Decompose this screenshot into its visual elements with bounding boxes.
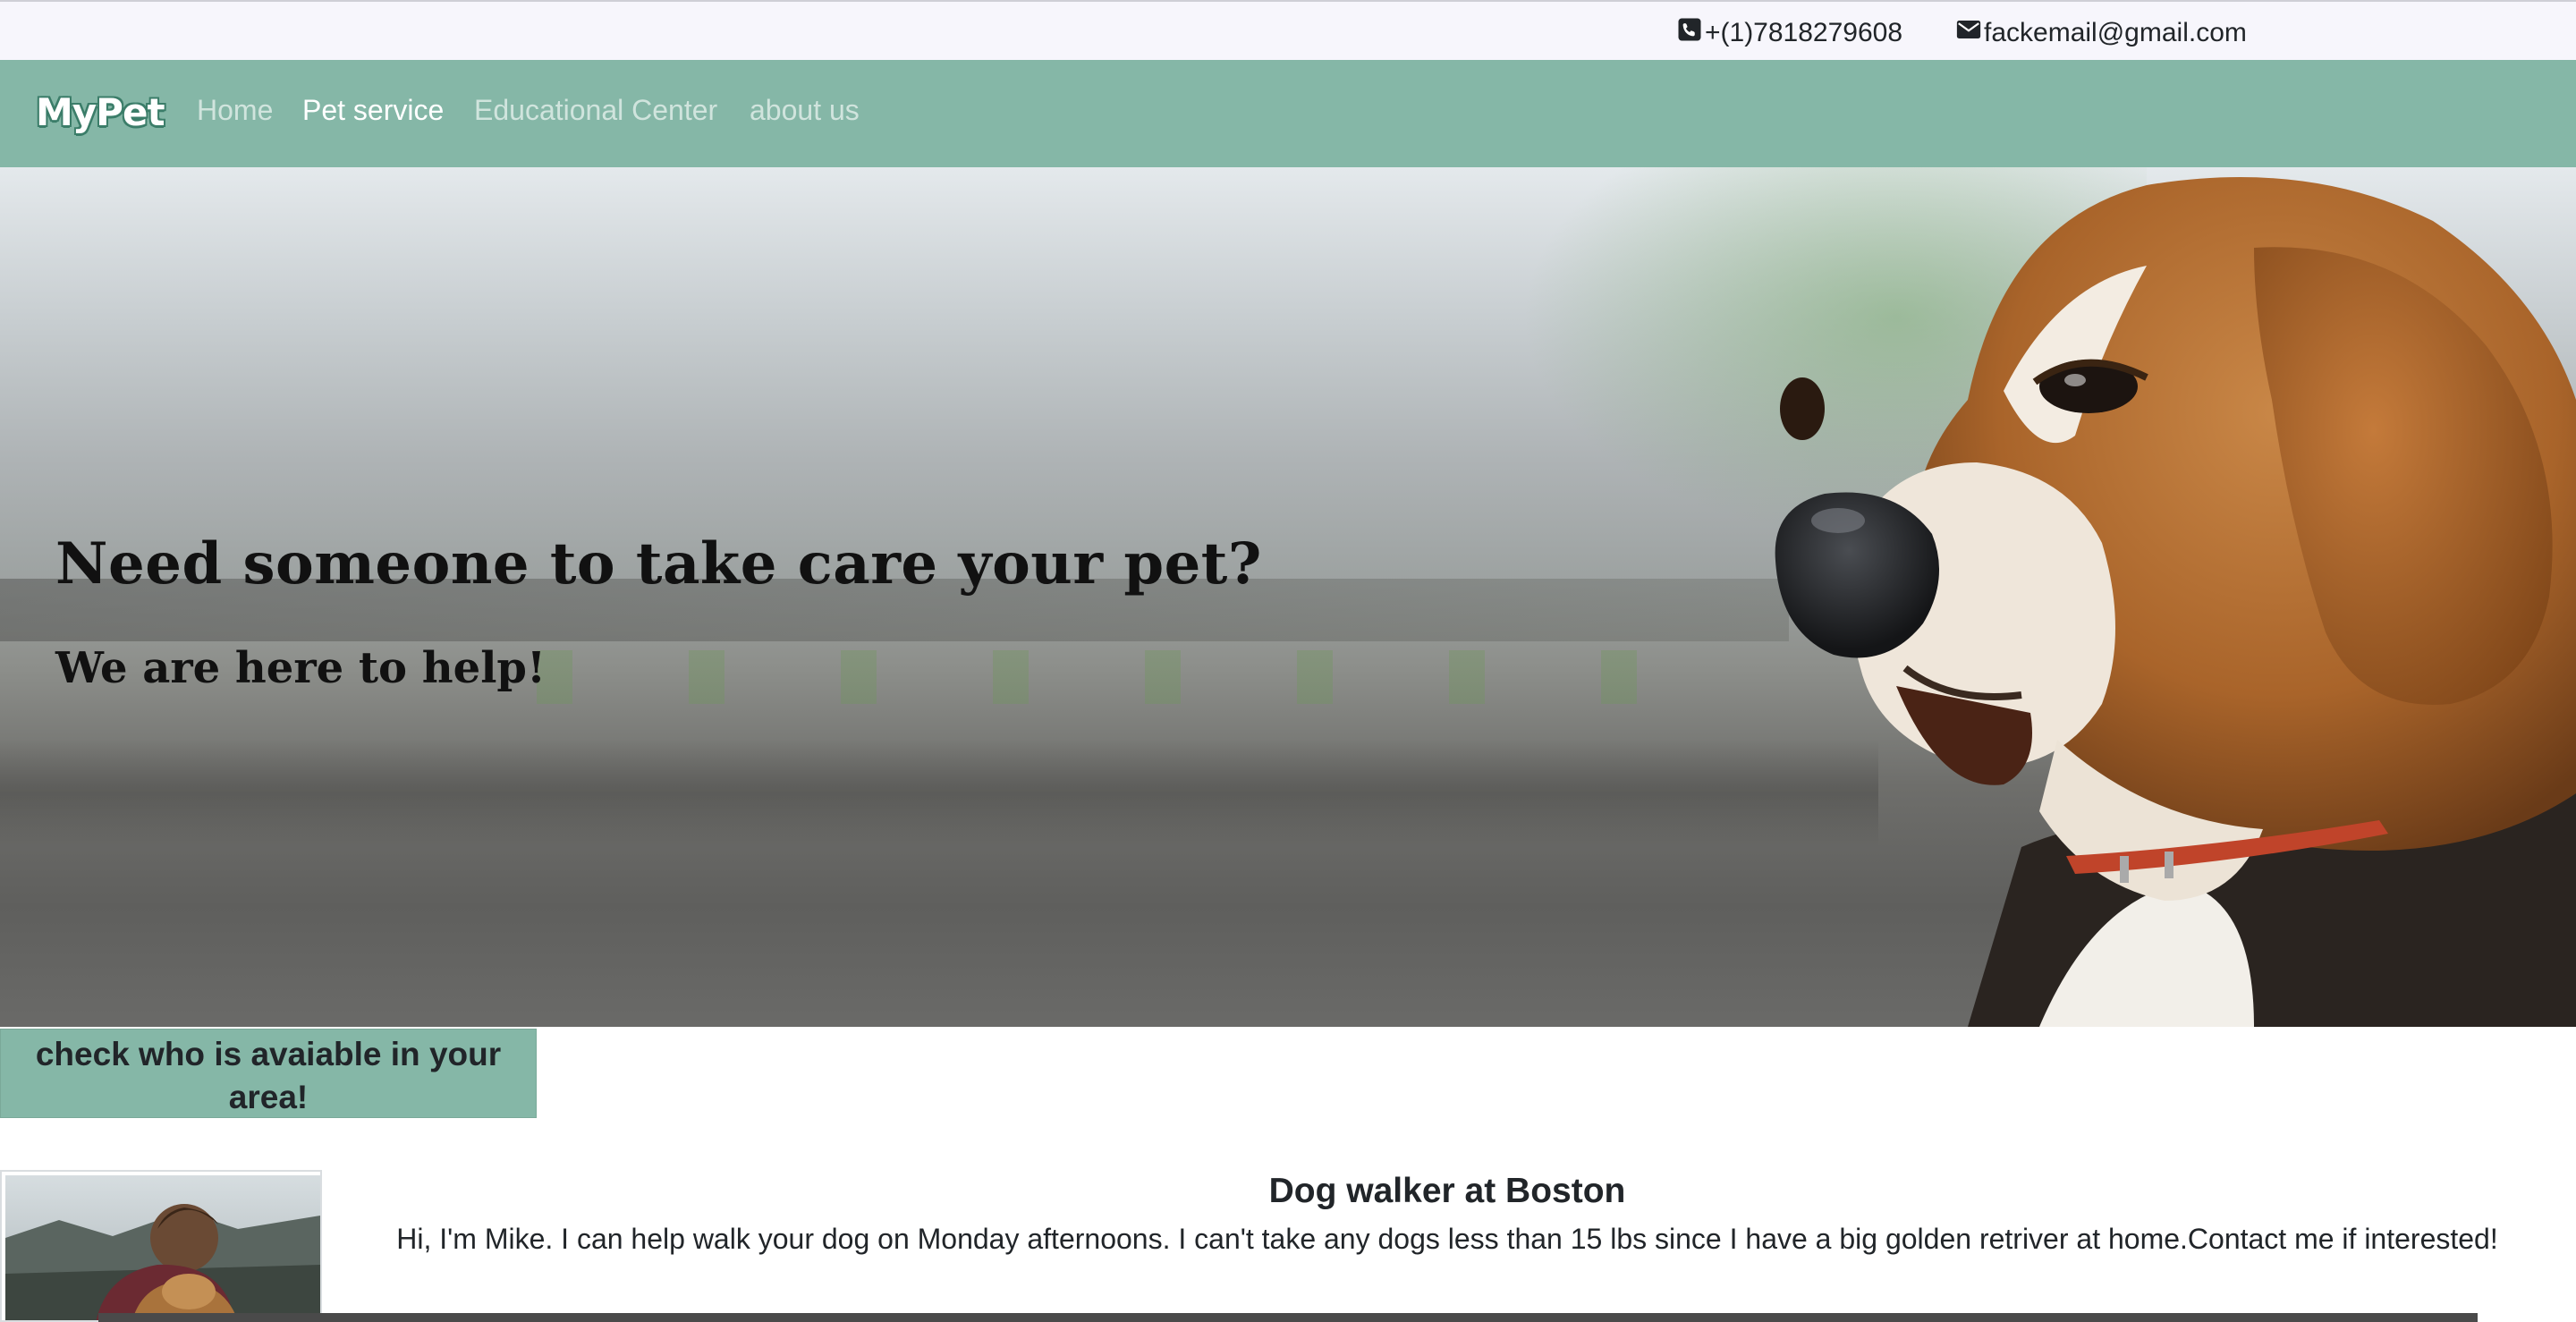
listing-title: Dog walker at Boston	[1268, 1172, 1626, 1210]
check-availability-button[interactable]: check who is avaiable in your area!	[0, 1029, 537, 1118]
listing-description: Hi, I'm Mike. I can help walk your dog o…	[396, 1223, 2498, 1255]
walker-with-dog-photo	[0, 1170, 322, 1322]
email-address: fackemail@gmail.com	[1984, 18, 2247, 47]
phone-icon	[1676, 16, 1705, 50]
phone-number: +(1)7818279608	[1705, 18, 1903, 47]
nav-item-pet-service[interactable]: Pet service	[302, 94, 444, 127]
hero-background-plants	[537, 650, 1699, 704]
email-contact[interactable]: fackemail@gmail.com	[1955, 16, 2247, 50]
hero-subtitle: We are here to help!	[55, 643, 547, 693]
phone-contact[interactable]: +(1)7818279608	[1676, 16, 1902, 50]
hero-background-shadow	[0, 740, 1878, 847]
next-section-edge	[98, 1313, 2478, 1322]
nav-item-educational-center[interactable]: Educational Center	[474, 94, 717, 127]
brand-logo[interactable]: MyPet	[36, 90, 165, 134]
envelope-icon	[1955, 16, 1984, 50]
beagle-photo	[1775, 177, 2576, 1027]
hero-title: Need someone to take care your pet?	[55, 530, 1262, 597]
contact-bar: +(1)7818279608 fackemail@gmail.com	[0, 0, 2576, 60]
nav-item-about-us[interactable]: about us	[750, 94, 860, 127]
nav-item-home[interactable]: Home	[197, 94, 273, 127]
main-navbar: MyPet Home Pet service Educational Cente…	[0, 60, 2576, 167]
hero-banner: Need someone to take care your pet? We a…	[0, 167, 2576, 1027]
